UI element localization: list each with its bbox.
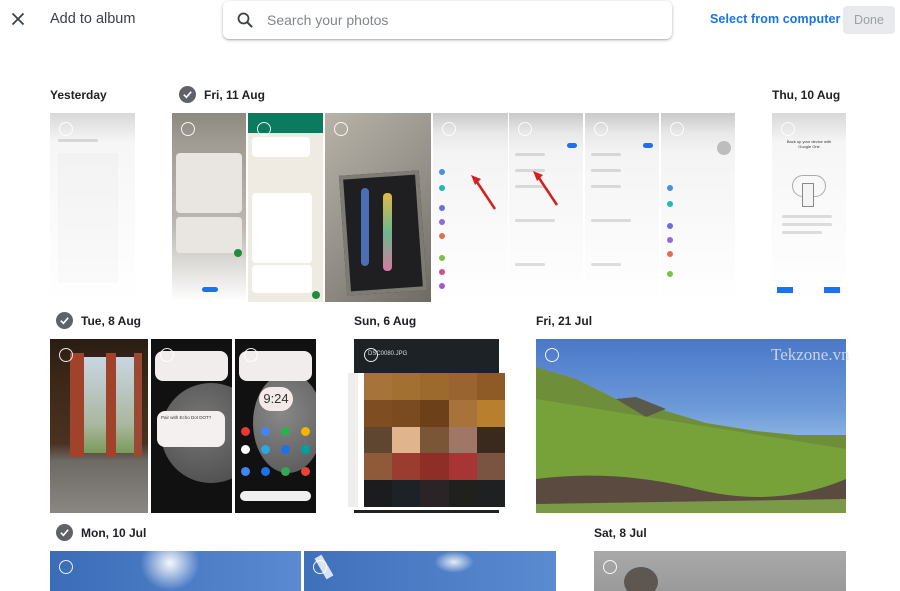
photo-item[interactable] <box>509 113 583 302</box>
date-label: Sun, 6 Aug <box>354 314 417 328</box>
photo-item[interactable]: DSC0080.JPG <box>348 339 505 513</box>
select-circle[interactable] <box>160 348 174 362</box>
photo-item[interactable] <box>50 551 301 591</box>
page-title: Add to album <box>50 11 136 27</box>
select-circle[interactable] <box>59 122 73 136</box>
select-circle[interactable] <box>364 348 378 362</box>
photo-item[interactable] <box>585 113 659 302</box>
select-circle[interactable] <box>181 122 195 136</box>
select-circle[interactable] <box>244 348 258 362</box>
select-group-checkbox[interactable] <box>56 312 73 329</box>
check-icon <box>183 91 192 99</box>
date-label: Tue, 8 Aug <box>81 313 141 328</box>
photo-item[interactable] <box>325 113 431 302</box>
dialog-text: Pair with Echo Dot DOT? <box>161 415 212 420</box>
date-label: Mon, 10 Jul <box>81 525 147 540</box>
date-label: Fri, 21 Jul <box>536 314 593 328</box>
select-group-checkbox[interactable] <box>179 86 196 103</box>
done-button[interactable]: Done <box>843 6 895 34</box>
photo-item[interactable] <box>536 339 846 513</box>
date-label: Sat, 8 Jul <box>594 526 647 540</box>
select-circle[interactable] <box>518 122 532 136</box>
select-circle[interactable] <box>313 560 327 574</box>
photo-item[interactable] <box>172 113 246 302</box>
select-circle[interactable] <box>59 348 73 362</box>
backup-text: Back up your device with Google One <box>786 139 832 149</box>
select-circle[interactable] <box>59 560 73 574</box>
photo-item[interactable] <box>661 113 735 302</box>
arrow-icon <box>471 175 497 210</box>
photo-item[interactable] <box>594 551 846 591</box>
select-circle[interactable] <box>670 122 684 136</box>
date-header-mon-10-jul: Mon, 10 Jul <box>56 524 146 541</box>
select-circle[interactable] <box>781 122 795 136</box>
photo-item[interactable] <box>50 113 135 302</box>
select-from-computer-link[interactable]: Select from computer <box>710 12 841 26</box>
arrow-icon <box>533 171 559 206</box>
select-circle[interactable] <box>257 122 271 136</box>
date-header-fri-21-jul: Fri, 21 Jul <box>536 314 592 328</box>
photo-item[interactable]: Pair with Echo Dot DOT? <box>151 339 232 513</box>
search-box[interactable] <box>223 1 672 39</box>
select-circle[interactable] <box>603 560 617 574</box>
search-icon[interactable] <box>236 11 254 29</box>
landscape-image <box>536 367 846 513</box>
photo-item[interactable] <box>248 113 323 302</box>
photo-item[interactable] <box>433 113 508 302</box>
date-header-tue-8-aug: Tue, 8 Aug <box>56 312 141 329</box>
close-button[interactable] <box>8 9 28 29</box>
date-label: Thu, 10 Aug <box>772 88 841 102</box>
date-header-yesterday: Yesterday <box>50 88 107 102</box>
date-label: Fri, 11 Aug <box>204 87 265 102</box>
photo-item[interactable]: 9:24 <box>235 339 316 513</box>
select-group-checkbox[interactable] <box>56 524 73 541</box>
select-circle[interactable] <box>594 122 608 136</box>
search-input[interactable] <box>267 1 657 39</box>
date-header-fri-11-aug: Fri, 11 Aug <box>179 86 265 103</box>
select-circle[interactable] <box>545 348 559 362</box>
photo-item[interactable] <box>50 339 148 513</box>
date-header-sat-8-jul: Sat, 8 Jul <box>594 526 647 540</box>
clock-text: 9:24 <box>259 387 293 411</box>
photo-item[interactable] <box>304 551 556 591</box>
select-circle[interactable] <box>442 122 456 136</box>
photo-item[interactable]: Back up your device with Google One <box>772 113 846 302</box>
date-label: Yesterday <box>50 88 107 102</box>
close-icon <box>11 12 25 26</box>
watermark: Tekzone.vn <box>771 345 850 364</box>
date-header-sun-6-aug: Sun, 6 Aug <box>354 314 416 328</box>
date-header-thu-10-aug: Thu, 10 Aug <box>772 88 840 102</box>
top-bar: Add to album Select from computer Done <box>0 0 900 42</box>
check-icon <box>60 317 69 325</box>
select-circle[interactable] <box>334 122 348 136</box>
check-icon <box>60 529 69 537</box>
